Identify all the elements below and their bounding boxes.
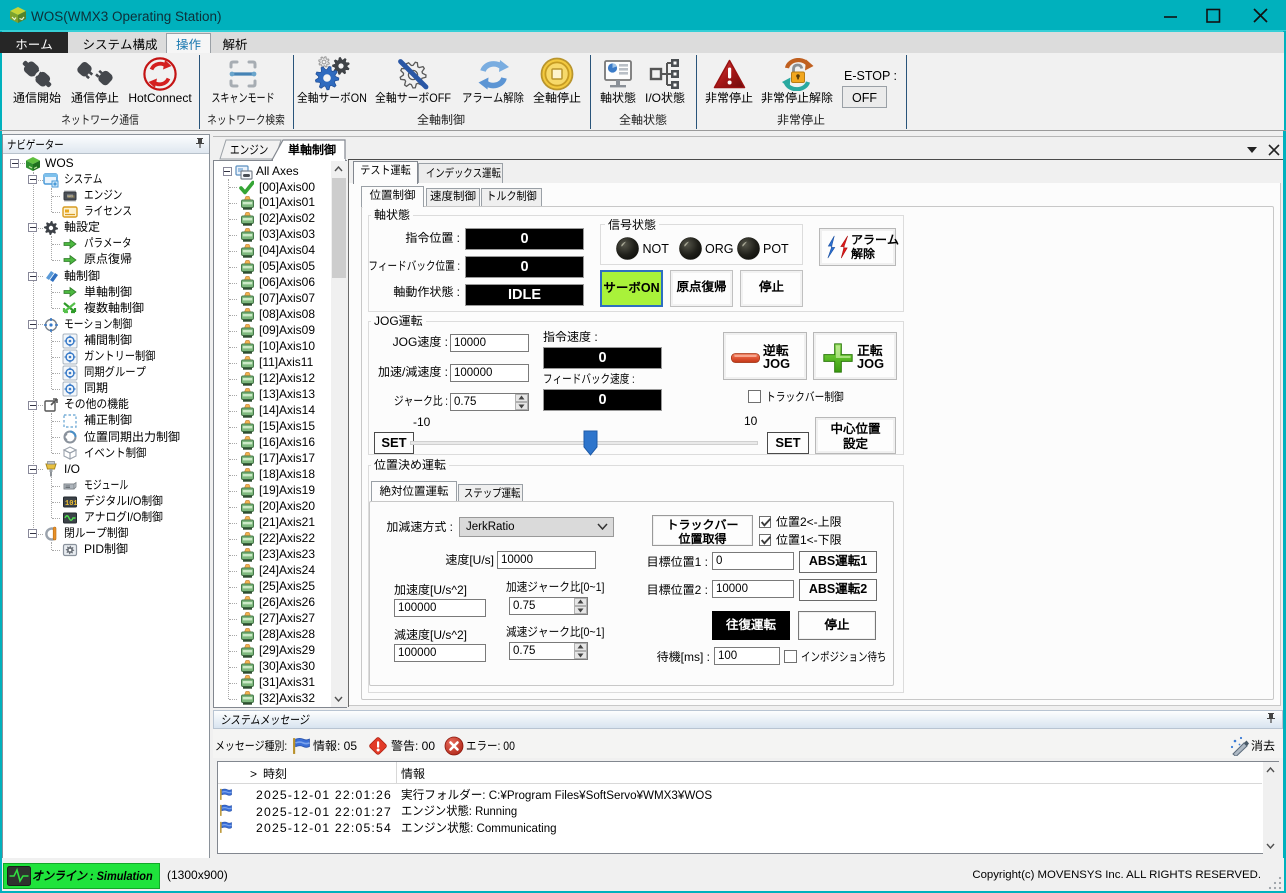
svg-text:WOS: WOS	[68, 194, 75, 198]
svg-text:101: 101	[65, 500, 78, 508]
